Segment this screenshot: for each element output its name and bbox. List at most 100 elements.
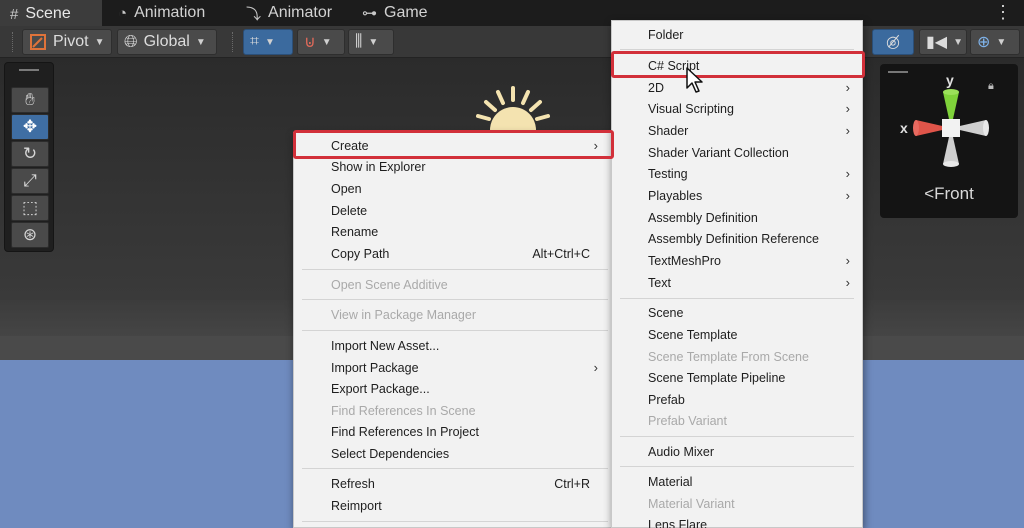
menu-item-rename[interactable]: Rename — [294, 221, 618, 242]
chevron-down-icon: ▼ — [94, 36, 105, 48]
project-context-menu: Create › Show in Explorer Open Delete Ren… — [293, 132, 619, 528]
menu-item-import-new-asset[interactable]: Import New Asset... — [294, 335, 618, 356]
menu-separator — [620, 466, 854, 467]
center-cube[interactable] — [942, 119, 960, 137]
transform-tool-button[interactable]: ⊛ — [11, 222, 49, 248]
menu-item-scene-template-from-scene: Scene Template From Scene — [648, 349, 809, 364]
clock-icon: ◔ — [118, 4, 128, 22]
menu-item-shader-variant-collection[interactable]: Shader Variant Collection — [612, 142, 862, 163]
chevron-right-icon: › — [593, 138, 598, 153]
menu-item-open-scene-additive: Open Scene Additive — [331, 277, 448, 292]
scale-icon: ⤢ — [23, 171, 37, 190]
chevron-down-icon: ▼ — [953, 36, 964, 48]
menu-item-show-in-explorer[interactable]: Show in Explorer — [294, 156, 618, 177]
toolbar-separator — [232, 32, 234, 52]
menu-item-delete[interactable]: Delete — [294, 200, 618, 221]
chevron-right-icon: › — [845, 166, 850, 181]
menu-item-2d[interactable]: 2D › — [612, 77, 862, 98]
menu-item-prefab-variant: Prefab Variant — [648, 413, 727, 428]
menu-item-folder[interactable]: Folder — [612, 24, 862, 45]
tab-animation[interactable]: ◔ Animation — [108, 0, 217, 26]
move-tool-button[interactable]: ✥ — [11, 114, 49, 140]
menu-item-scene-template-pipeline[interactable]: Scene Template Pipeline — [612, 367, 862, 388]
menu-item-assembly-definition[interactable]: Assembly Definition — [612, 207, 862, 228]
shortcut-label: Alt+Ctrl+C — [532, 246, 590, 261]
directional-light-icon[interactable] — [474, 84, 552, 134]
chevron-down-icon: ▼ — [265, 36, 275, 48]
chevron-down-icon: ▼ — [996, 36, 1007, 48]
view-name: Front — [934, 184, 974, 203]
tab-game[interactable]: ⊶ Game — [352, 0, 440, 26]
menu-separator — [620, 436, 854, 437]
view-label[interactable]: <Front — [880, 184, 1018, 204]
rotate-icon: ↻ — [22, 144, 38, 163]
menu-item-find-references-in-scene: Find References In Scene — [331, 403, 476, 418]
pivot-icon — [30, 34, 46, 50]
menu-item-assembly-definition-reference[interactable]: Assembly Definition Reference — [612, 228, 862, 249]
menu-item-prefab[interactable]: Prefab — [612, 389, 862, 410]
menu-separator — [302, 269, 608, 270]
menu-item-shader[interactable]: Shader › — [612, 120, 862, 141]
menu-item-select-dependencies[interactable]: Select Dependencies — [294, 443, 618, 464]
menu-item-testing[interactable]: Testing › — [612, 163, 862, 184]
chevron-right-icon: › — [593, 360, 598, 375]
menu-item-copy-path[interactable]: Copy Path Alt+Ctrl+C — [294, 243, 618, 264]
menu-item-playables[interactable]: Playables › — [612, 185, 862, 206]
gizmo-grip[interactable] — [888, 71, 908, 73]
magnet-icon: ⊍ — [304, 34, 316, 51]
gizmos-button[interactable]: ⊕ ▼ — [970, 29, 1020, 55]
palette-grip[interactable] — [19, 69, 39, 71]
grid-snap-button[interactable]: ⌗ ▼ — [243, 29, 293, 55]
rect-icon: ⬚ — [21, 198, 39, 217]
more-options-icon[interactable]: ⋮ — [994, 2, 1012, 22]
menu-item-lens-flare[interactable]: Lens Flare — [612, 514, 862, 528]
menu-item-export-package[interactable]: Export Package... — [294, 378, 618, 399]
increment-snap-button[interactable]: ⊍ ▼ — [297, 29, 345, 55]
chevron-down-icon: ▼ — [195, 36, 206, 48]
chevron-down-icon: ▼ — [368, 36, 379, 48]
menu-item-visual-scripting[interactable]: Visual Scripting › — [612, 98, 862, 119]
globe-icon: 🌐︎ — [124, 32, 138, 51]
eye-slash-icon: ◎̸ — [886, 34, 900, 51]
menu-separator — [302, 468, 608, 469]
menu-item-text[interactable]: Text › — [612, 272, 862, 293]
menu-item-csharp-script[interactable]: C# Script — [612, 55, 862, 76]
menu-item-textmeshpro[interactable]: TextMeshPro › — [612, 250, 862, 271]
menu-item-audio-mixer[interactable]: Audio Mixer — [612, 441, 862, 462]
chevron-right-icon: › — [845, 188, 850, 203]
window-tab-bar: # Scene ◔ Animation ⤵ Animator ⊶ Game ⋮ — [0, 0, 1024, 26]
rotate-tool-button[interactable]: ↻ — [11, 141, 49, 167]
tab-animator[interactable]: ⤵ Animator — [236, 0, 344, 26]
menu-item-material[interactable]: Material — [612, 471, 862, 492]
menu-item-create[interactable]: Create › — [294, 135, 618, 156]
menu-item-find-references-in-project[interactable]: Find References In Project — [294, 421, 618, 442]
transform-icon: ⊛ — [22, 225, 38, 244]
rect-tool-button[interactable]: ⬚ — [11, 195, 49, 221]
orientation-gizmo[interactable]: 🔒︎ y x <Front — [880, 64, 1018, 218]
menu-item-open[interactable]: Open — [294, 178, 618, 199]
tab-scene[interactable]: # Scene — [0, 0, 102, 26]
menu-separator — [620, 49, 854, 50]
hand-tool-button[interactable]: ✋︎ — [11, 87, 49, 113]
camera-settings-button[interactable]: ▮◀ ▼ — [919, 29, 967, 55]
grid-visibility-button[interactable]: ⫼ ▼ — [348, 29, 394, 55]
chevron-right-icon: › — [845, 123, 850, 138]
scale-tool-button[interactable]: ⤢ — [11, 168, 49, 194]
move-icon: ✥ — [22, 117, 38, 136]
menu-item-scene-template[interactable]: Scene Template — [612, 324, 862, 345]
tool-palette: ✋︎ ✥ ↻ ⤢ ⬚ ⊛ — [4, 62, 54, 252]
tab-label: Animator — [268, 4, 333, 21]
scene-visibility-button[interactable]: ◎̸ — [872, 29, 914, 55]
tab-label: Game — [384, 4, 428, 21]
menu-item-refresh[interactable]: Refresh Ctrl+R — [294, 473, 618, 494]
pivot-dropdown[interactable]: Pivot ▼ — [22, 29, 112, 55]
animator-icon: ⤵ — [246, 5, 262, 23]
global-dropdown[interactable]: 🌐︎ Global ▼ — [117, 29, 217, 55]
menu-item-view-in-package-manager: View in Package Manager — [331, 307, 476, 322]
menu-item-reimport[interactable]: Reimport — [294, 495, 618, 516]
chevron-right-icon: › — [845, 80, 850, 95]
menu-item-import-package[interactable]: Import Package › — [294, 357, 618, 378]
hand-icon: ✋︎ — [25, 90, 35, 109]
menu-item-scene[interactable]: Scene — [612, 302, 862, 323]
mouse-cursor-icon — [686, 67, 703, 93]
